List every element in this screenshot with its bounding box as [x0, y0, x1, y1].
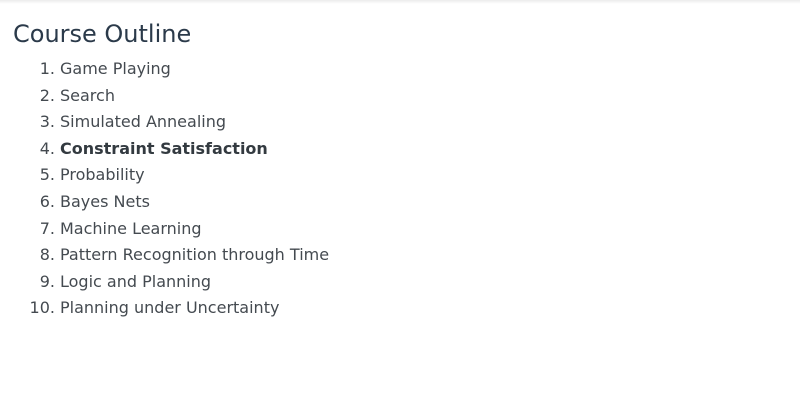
outline-item-label[interactable]: Simulated Annealing — [60, 109, 226, 136]
outline-item-label[interactable]: Machine Learning — [60, 216, 202, 243]
outline-item-number: 9. — [39, 271, 55, 291]
page-title: Course Outline — [13, 20, 192, 48]
outline-item-label[interactable]: Search — [60, 83, 115, 110]
outline-item-label[interactable]: Probability — [60, 162, 145, 189]
top-header-shadow — [0, 0, 800, 4]
outline-item-number: 6. — [39, 191, 55, 211]
outline-item-number: 7. — [39, 218, 55, 238]
outline-item-number: 2. — [39, 85, 55, 105]
outline-item-label[interactable]: Planning under Uncertainty — [60, 295, 279, 322]
outline-item-number: 8. — [39, 245, 55, 265]
outline-item-label[interactable]: Constraint Satisfaction — [60, 136, 268, 163]
outline-item-label[interactable]: Pattern Recognition through Time — [60, 242, 329, 269]
outline-item-number: 5. — [39, 165, 55, 185]
outline-item-label[interactable]: Logic and Planning — [60, 269, 211, 296]
outline-item-number: 3. — [39, 112, 55, 132]
outline-item-label[interactable]: Game Playing — [60, 56, 171, 83]
outline-item-number: 10. — [29, 298, 55, 318]
outline-item-label[interactable]: Bayes Nets — [60, 189, 150, 216]
outline-item-number: 1. — [39, 59, 55, 78]
outline-item-number: 4. — [39, 138, 55, 158]
